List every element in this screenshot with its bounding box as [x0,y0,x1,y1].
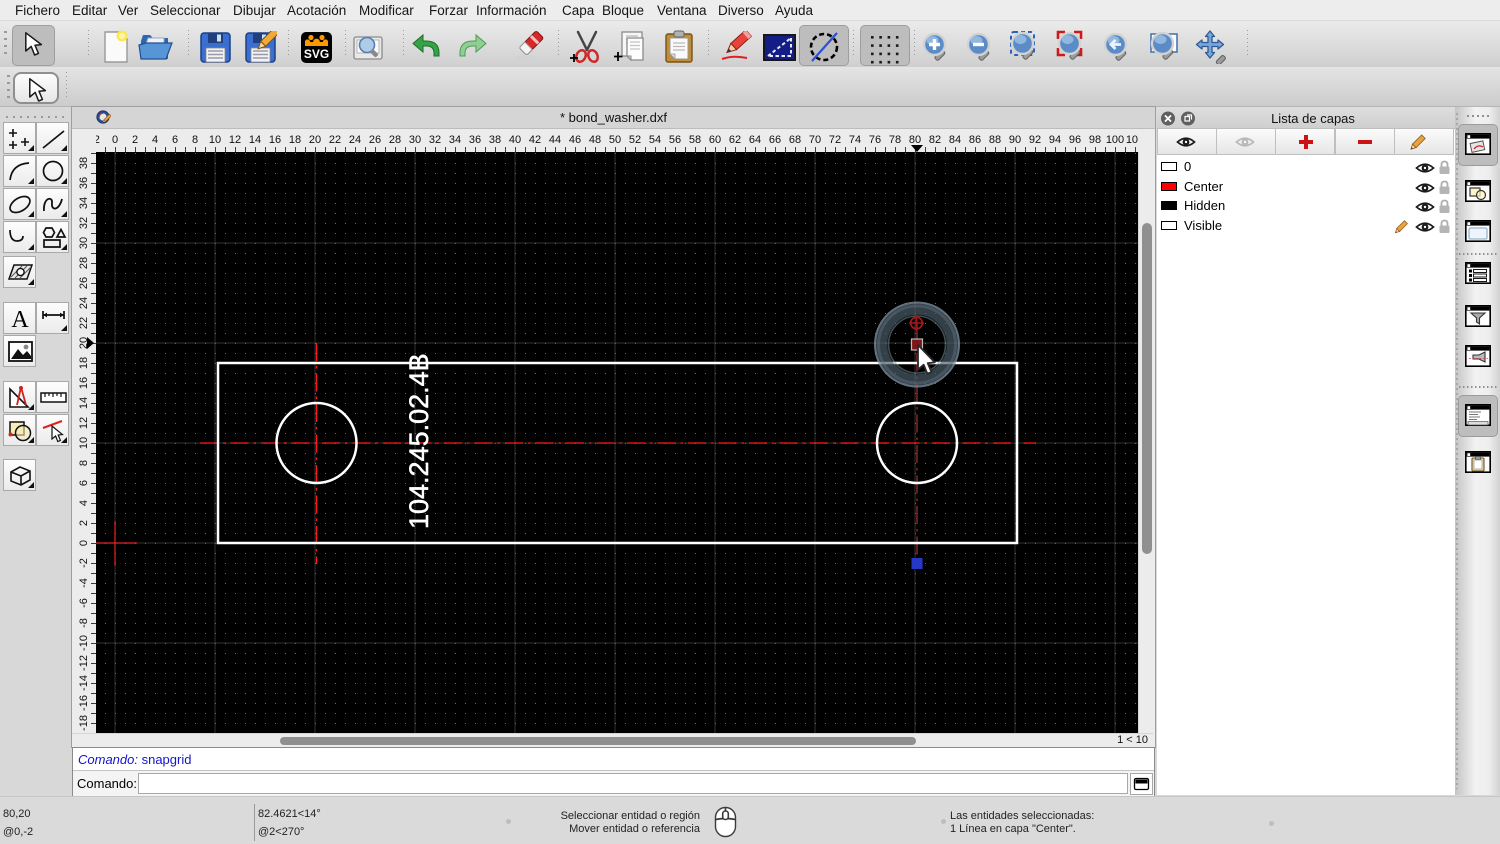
svg-text:-12: -12 [78,655,90,671]
svg-text:82: 82 [929,134,941,146]
svg-text:-2: -2 [78,558,90,568]
svg-text:72: 72 [829,134,841,146]
svg-text:70: 70 [809,134,821,146]
svg-text:-10: -10 [78,635,90,651]
svg-text:38: 38 [489,134,501,146]
svg-text:18: 18 [289,134,301,146]
svg-text:28: 28 [78,257,90,269]
svg-text:18: 18 [78,357,90,369]
svg-text:A: A [11,307,29,332]
svg-text:74: 74 [849,134,861,146]
svg-text:26: 26 [369,134,381,146]
svg-text:-18: -18 [78,715,90,731]
svg-text:20: 20 [309,134,321,146]
svg-text:60: 60 [709,134,721,146]
svg-text:68: 68 [789,134,801,146]
svg-text:54: 54 [649,134,661,146]
svg-text:12: 12 [229,134,241,146]
svg-text:24: 24 [78,297,90,309]
svg-text:2: 2 [132,134,138,146]
svg-text:14: 14 [78,397,90,409]
svg-text:84: 84 [949,134,961,146]
svg-text:-4: -4 [78,578,90,588]
svg-text:42: 42 [529,134,541,146]
svg-text:32: 32 [78,217,90,229]
svg-text:-2: -2 [96,134,100,146]
svg-text:102: 102 [1126,134,1138,146]
svg-text:10: 10 [209,134,221,146]
svg-text:30: 30 [78,237,90,249]
svg-text:100: 100 [1106,134,1124,146]
svg-text:4: 4 [78,500,90,506]
svg-text:94: 94 [1049,134,1061,146]
svg-text:0: 0 [112,134,118,146]
svg-text:78: 78 [889,134,901,146]
svg-text:8: 8 [192,134,198,146]
svg-text:46: 46 [569,134,581,146]
svg-text:34: 34 [78,197,90,209]
svg-text:30: 30 [409,134,421,146]
svg-text:14: 14 [249,134,261,146]
svg-text:48: 48 [589,134,601,146]
svg-text:104.245.02.4B: 104.245.02.4B [404,353,434,529]
svg-text:16: 16 [78,377,90,389]
svg-text:12: 12 [78,417,90,429]
svg-text:66: 66 [769,134,781,146]
svg-text:64: 64 [749,134,761,146]
svg-text:4: 4 [152,134,158,146]
svg-text:50: 50 [609,134,621,146]
svg-text:36: 36 [469,134,481,146]
svg-text:62: 62 [729,134,741,146]
svg-text:58: 58 [689,134,701,146]
svg-text:8: 8 [78,460,90,466]
svg-text:-16: -16 [78,695,90,711]
svg-text:36: 36 [78,177,90,189]
svg-text:2: 2 [78,520,90,526]
svg-text:38: 38 [78,157,90,169]
svg-text:26: 26 [78,277,90,289]
svg-text:86: 86 [969,134,981,146]
svg-text:76: 76 [869,134,881,146]
svg-text:10: 10 [78,437,90,449]
svg-text:28: 28 [389,134,401,146]
svg-text:16: 16 [269,134,281,146]
svg-text:0: 0 [78,540,90,546]
svg-text:56: 56 [669,134,681,146]
svg-text:52: 52 [629,134,641,146]
svg-text:44: 44 [549,134,561,146]
svg-text:88: 88 [989,134,1001,146]
svg-text:34: 34 [449,134,461,146]
svg-text:24: 24 [349,134,361,146]
svg-text:32: 32 [429,134,441,146]
svg-text:98: 98 [1089,134,1101,146]
svg-text:96: 96 [1069,134,1081,146]
svg-text:-14: -14 [78,675,90,691]
svg-text:6: 6 [172,134,178,146]
svg-text:SVG: SVG [304,47,329,61]
svg-text:40: 40 [509,134,521,146]
svg-text:22: 22 [78,317,90,329]
svg-text:6: 6 [78,480,90,486]
svg-text:90: 90 [1009,134,1021,146]
svg-text:22: 22 [329,134,341,146]
svg-text:80: 80 [909,134,921,146]
svg-text:92: 92 [1029,134,1041,146]
svg-text:-6: -6 [78,598,90,608]
svg-text:-8: -8 [78,618,90,628]
